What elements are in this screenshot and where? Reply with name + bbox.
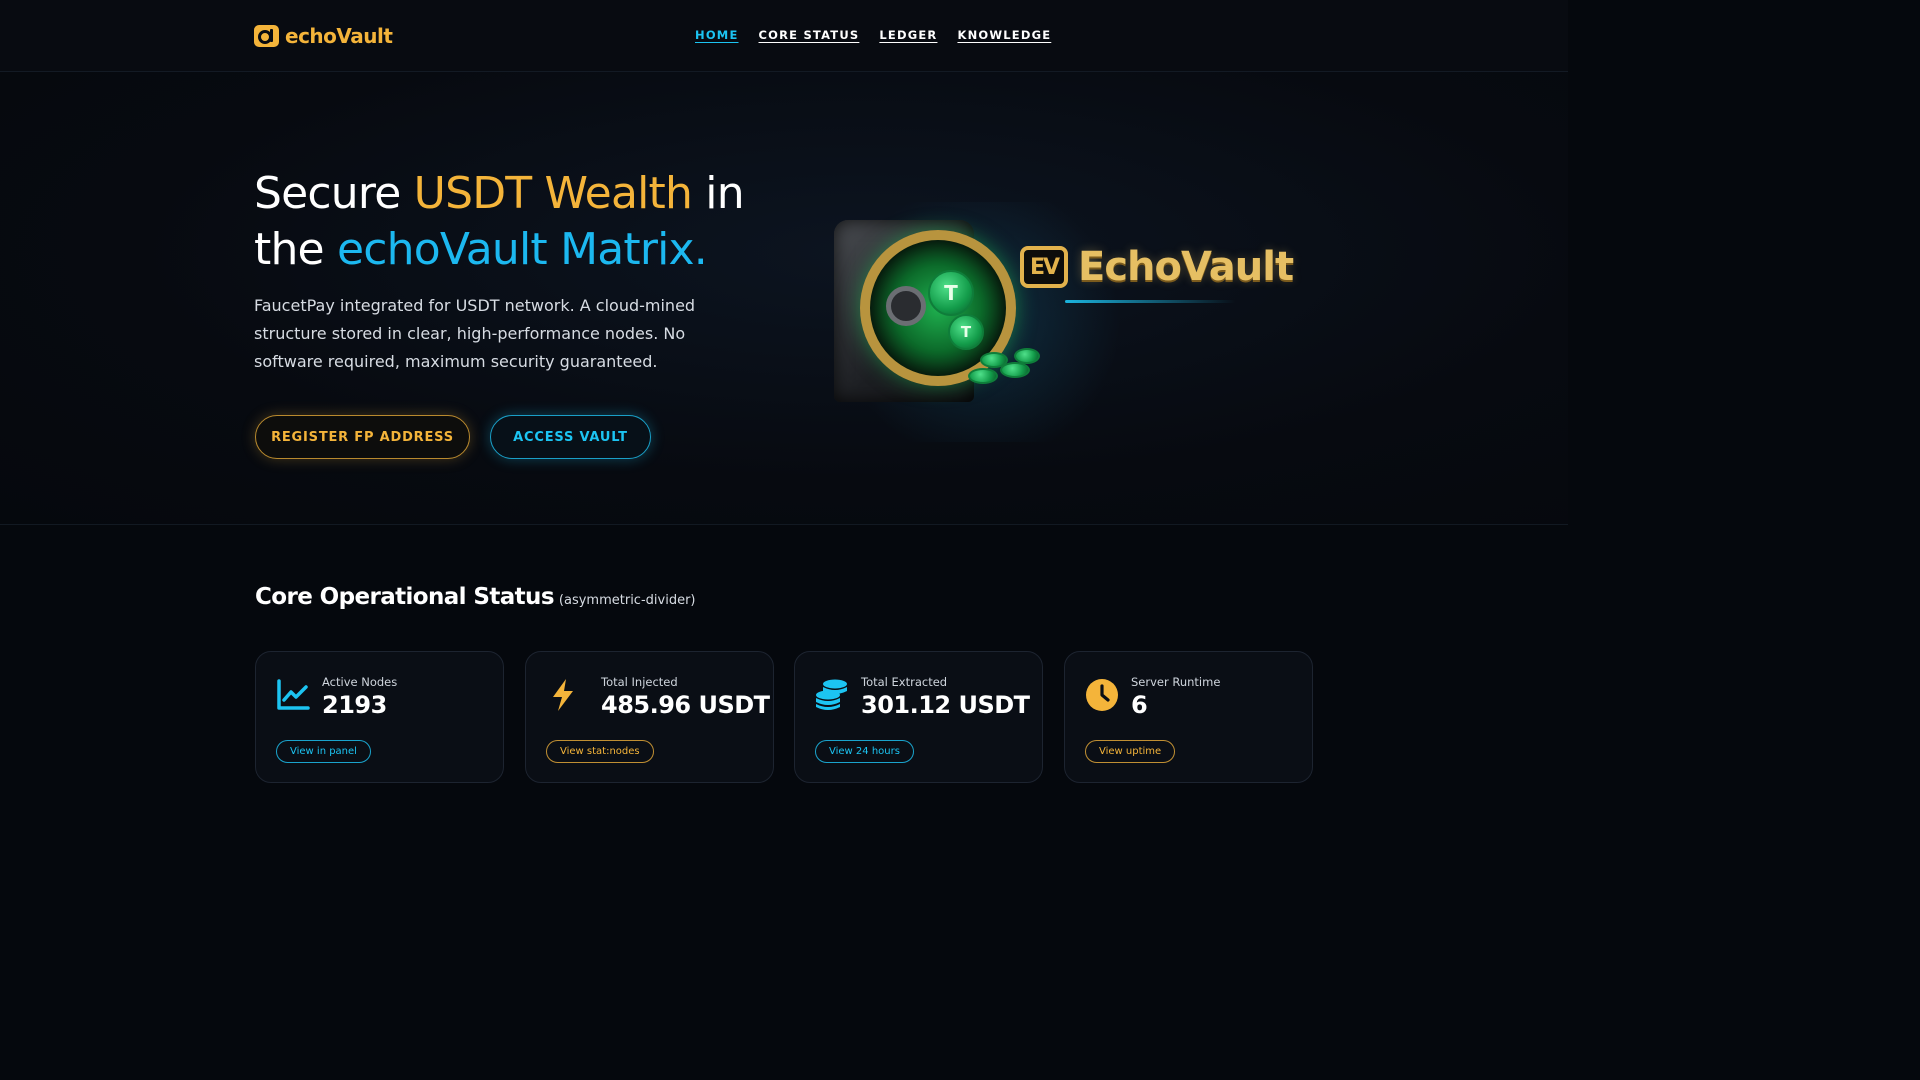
clock-icon bbox=[1086, 679, 1118, 711]
nav-knowledge[interactable]: KNOWLEDGE bbox=[957, 28, 1051, 42]
illustration-logo: EV EchoVault bbox=[1020, 244, 1294, 290]
hero-title-highlight-gold: USDT Wealth bbox=[413, 168, 693, 219]
chart-line-icon bbox=[277, 679, 310, 710]
brand-logo[interactable]: echoVault bbox=[254, 22, 393, 50]
hero-title: Secure USDT Wealth in the echoVault Matr… bbox=[254, 166, 774, 278]
access-vault-button[interactable]: ACCESS VAULT bbox=[490, 415, 651, 459]
status-title: Core Operational Status bbox=[255, 584, 555, 610]
stat-card-total-injected: Total Injected 485.96 USDT View stat:nod… bbox=[525, 651, 774, 783]
view-in-panel-button[interactable]: View in panel bbox=[276, 740, 371, 763]
hero-title-part1: Secure bbox=[254, 168, 414, 219]
view-uptime-button[interactable]: View uptime bbox=[1085, 740, 1176, 763]
nav-ledger[interactable]: LEDGER bbox=[879, 28, 937, 42]
stat-card-server-runtime: Server Runtime 6 View uptime bbox=[1064, 651, 1313, 783]
coin-stack bbox=[1014, 348, 1040, 364]
stat-label: Server Runtime bbox=[1131, 675, 1221, 689]
tether-coin: T bbox=[948, 314, 984, 350]
lightning-bolt-icon bbox=[553, 679, 573, 711]
illustration-swoosh bbox=[1065, 300, 1235, 303]
main-nav: HOME CORE STATUS LEDGER KNOWLEDGE bbox=[695, 28, 1051, 42]
stat-value: 2193 bbox=[322, 691, 387, 719]
coin-stack bbox=[1000, 362, 1030, 378]
stat-label: Total Injected bbox=[601, 675, 678, 689]
coin-symbol: T bbox=[944, 281, 958, 305]
stat-value: 301.12 USDT bbox=[861, 691, 1030, 719]
top-header: echoVault HOME CORE STATUS LEDGER KNOWLE… bbox=[0, 0, 1568, 72]
hero-description: FaucetPay integrated for USDT network. A… bbox=[254, 296, 696, 371]
vault-dial bbox=[886, 286, 926, 326]
tether-coin: T bbox=[928, 270, 974, 316]
stat-card-active-nodes: Active Nodes 2193 View in panel bbox=[255, 651, 504, 783]
status-subtitle: (asymmetric-divider) bbox=[558, 593, 696, 608]
hero-section: Secure USDT Wealth in the echoVault Matr… bbox=[0, 72, 1568, 525]
ev-badge-icon: EV bbox=[1020, 246, 1068, 288]
register-fp-address-button[interactable]: REGISTER FP ADDRESS bbox=[255, 415, 470, 459]
stat-card-total-extracted: Total Extracted 301.12 USDT View 24 hour… bbox=[794, 651, 1043, 783]
stat-label: Total Extracted bbox=[861, 675, 948, 689]
stat-label: Active Nodes bbox=[322, 675, 398, 689]
coin-symbol: T bbox=[960, 323, 972, 341]
nav-core-status[interactable]: CORE STATUS bbox=[759, 28, 860, 42]
view-24-hours-button[interactable]: View 24 hours bbox=[815, 740, 914, 763]
illustration-brand-name: EchoVault bbox=[1078, 244, 1294, 290]
vault-illustration: T T EV EchoVault bbox=[800, 182, 1300, 442]
view-stat-nodes-button[interactable]: View stat:nodes bbox=[546, 740, 654, 763]
stat-value: 6 bbox=[1131, 691, 1148, 719]
coin-stack-icon bbox=[816, 679, 847, 710]
stat-value: 485.96 USDT bbox=[601, 691, 770, 719]
hero-title-highlight-blue: echoVault Matrix. bbox=[337, 224, 708, 275]
status-section-heading: Core Operational Status (asymmetric-divi… bbox=[255, 584, 695, 610]
brand-name: echoVault bbox=[285, 24, 393, 48]
coin-stack bbox=[968, 368, 998, 384]
vault-logo-icon bbox=[254, 25, 279, 47]
nav-home[interactable]: HOME bbox=[695, 28, 739, 42]
